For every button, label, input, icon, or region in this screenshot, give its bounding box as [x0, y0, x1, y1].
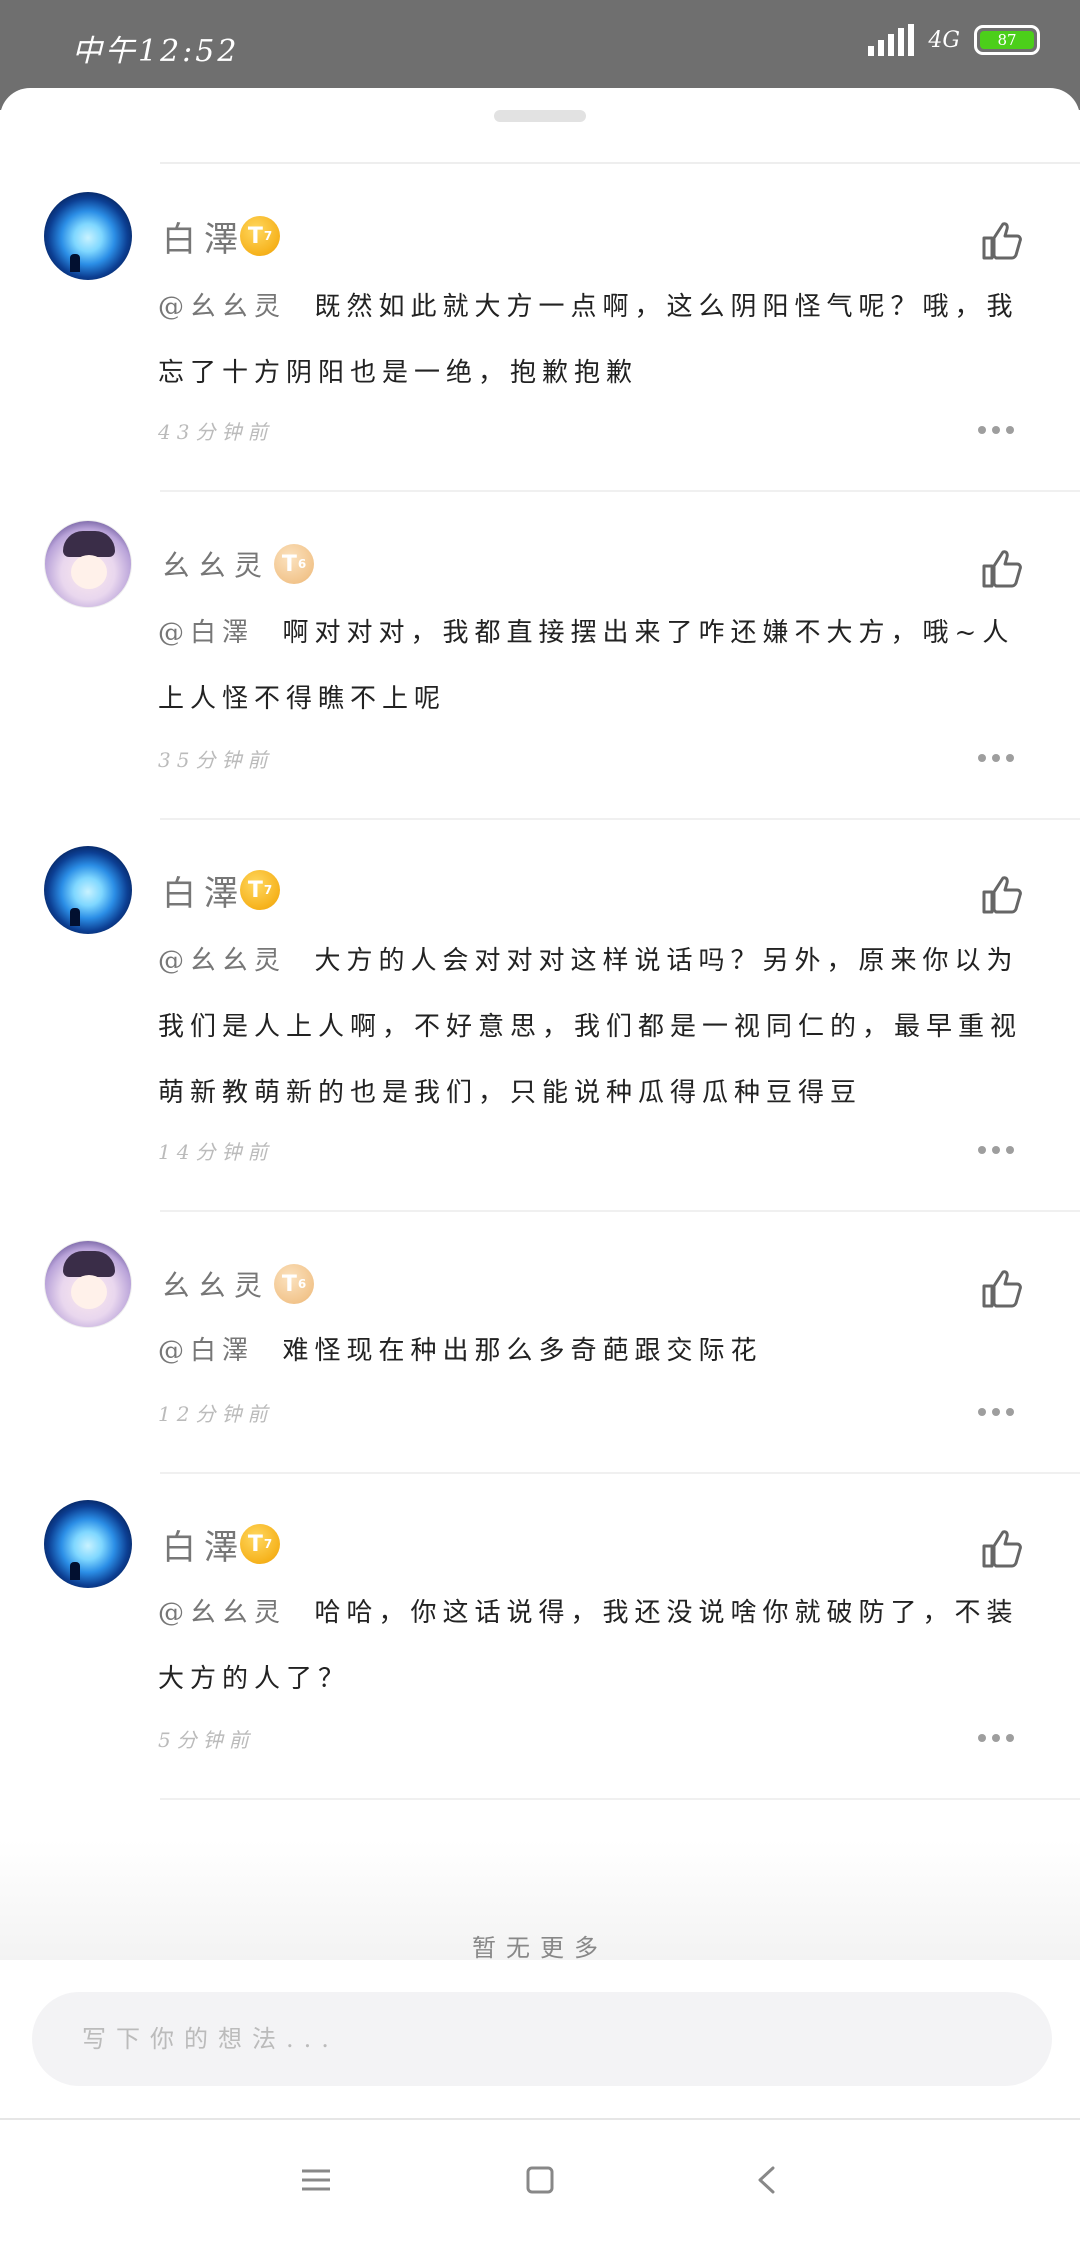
more-options-icon[interactable]	[978, 426, 1014, 434]
comment-mention[interactable]: @白澤	[158, 1336, 254, 1366]
home-icon[interactable]	[520, 2160, 560, 2200]
divider	[160, 818, 1080, 820]
comment-body: 哈哈，你这话说得，我还没说啥你就破防了，不装大方的人了？	[158, 1598, 1019, 1694]
avatar[interactable]	[44, 1500, 132, 1588]
comment-body: 啊对对对，我都直接摆出来了咋还嫌不大方，哦~人上人怪不得瞧不上呢	[158, 618, 1015, 714]
more-options-icon[interactable]	[978, 1146, 1014, 1154]
thumbs-up-icon[interactable]	[980, 218, 1024, 262]
avatar[interactable]	[44, 846, 132, 934]
comment-username[interactable]: 幺幺灵	[162, 544, 270, 584]
level-badge-icon: T6	[274, 1264, 314, 1304]
comment-mention[interactable]: @白澤	[158, 618, 254, 648]
comment-time: 12分钟前	[158, 1402, 274, 1426]
divider	[160, 1210, 1080, 1212]
divider	[160, 490, 1080, 492]
comment-username[interactable]: 白澤	[162, 866, 246, 915]
status-icons: 4G 87	[868, 24, 1040, 56]
battery-icon: 87	[974, 25, 1040, 55]
comment-username[interactable]: 幺幺灵	[162, 1264, 270, 1304]
drag-handle[interactable]	[494, 110, 586, 122]
avatar[interactable]	[44, 520, 132, 608]
no-more-label: 暂无更多	[0, 1840, 1080, 1962]
comment-text: @幺幺灵 哈哈，你这话说得，我还没说啥你就破防了，不装大方的人了？	[158, 1580, 1028, 1712]
comment-text: @白澤 啊对对对，我都直接摆出来了咋还嫌不大方，哦~人上人怪不得瞧不上呢	[158, 600, 1028, 732]
avatar[interactable]	[44, 1240, 132, 1328]
back-icon[interactable]	[748, 2160, 788, 2200]
comment-body: 难怪现在种出那么多奇葩跟交际花	[282, 1336, 763, 1366]
comment-text: @幺幺灵 大方的人会对对对这样说话吗？另外，原来你以为我们是人上人啊，不好意思，…	[158, 928, 1028, 1126]
status-time: 中午12:52	[72, 34, 240, 69]
level-badge-icon: T7	[240, 216, 280, 256]
signal-icon	[868, 24, 915, 56]
comment-username[interactable]: 白澤	[162, 1520, 246, 1569]
comment-mention[interactable]: @幺幺灵	[158, 1598, 286, 1628]
comment-time: 5分钟前	[158, 1728, 255, 1752]
network-label: 4G	[928, 27, 960, 53]
comment-text: @幺幺灵 既然如此就大方一点啊，这么阴阳怪气呢？哦，我忘了十方阴阳也是一绝，抱歉…	[158, 274, 1028, 406]
avatar[interactable]	[44, 192, 132, 280]
divider	[160, 1798, 1080, 1800]
comment-mention[interactable]: @幺幺灵	[158, 946, 286, 976]
system-nav-bar	[0, 2118, 1080, 2248]
comment-input-area: 写下你的想法...	[0, 1962, 1080, 2112]
thumbs-up-icon[interactable]	[980, 1266, 1024, 1310]
comment-mention[interactable]: @幺幺灵	[158, 292, 286, 322]
comment-time: 43分钟前	[158, 420, 274, 444]
divider	[160, 1472, 1080, 1474]
divider	[160, 162, 1080, 164]
more-options-icon[interactable]	[978, 1734, 1014, 1742]
more-options-icon[interactable]	[978, 1408, 1014, 1416]
comment-input[interactable]: 写下你的想法...	[32, 1992, 1052, 2086]
level-badge-icon: T7	[240, 1524, 280, 1564]
comment-body: 既然如此就大方一点啊，这么阴阳怪气呢？哦，我忘了十方阴阳也是一绝，抱歉抱歉	[158, 292, 1019, 388]
thumbs-up-icon[interactable]	[980, 546, 1024, 590]
comment-text: @白澤 难怪现在种出那么多奇葩跟交际花	[158, 1318, 1028, 1384]
level-badge-icon: T6	[274, 544, 314, 584]
battery-level: 87	[980, 31, 1034, 49]
thumbs-up-icon[interactable]	[980, 1526, 1024, 1570]
level-badge-icon: T7	[240, 870, 280, 910]
comment-body: 大方的人会对对对这样说话吗？另外，原来你以为我们是人上人啊，不好意思，我们都是一…	[158, 946, 1023, 1108]
comment-time: 14分钟前	[158, 1140, 274, 1164]
more-options-icon[interactable]	[978, 754, 1014, 762]
comment-time: 35分钟前	[158, 748, 274, 772]
menu-icon[interactable]	[296, 2160, 336, 2200]
comment-username[interactable]: 白澤	[162, 212, 246, 261]
thumbs-up-icon[interactable]	[980, 872, 1024, 916]
